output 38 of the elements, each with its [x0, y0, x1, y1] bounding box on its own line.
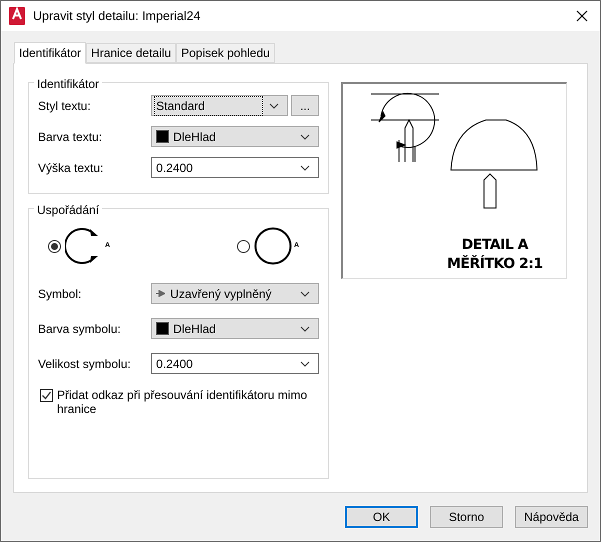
field-label: Symbol:: [38, 286, 82, 302]
checkbox[interactable]: [40, 389, 53, 402]
field-label: Velikost symbolu:: [38, 356, 132, 372]
dialog-button[interactable]: OK: [345, 506, 418, 528]
dialog-button[interactable]: Storno: [430, 506, 503, 528]
tab[interactable]: Hranice detailu: [86, 43, 176, 63]
chevron-icon: [269, 102, 280, 108]
color-swatch: [156, 322, 170, 335]
tab[interactable]: Popisek pohledu: [176, 43, 275, 63]
text-style-dropdown[interactable]: Standard: [151, 95, 288, 116]
chevron-icon: [300, 134, 310, 140]
symbol-dropdown[interactable]: Uzavřený vyplněný: [151, 283, 319, 304]
field-label: Výška textu:: [38, 160, 104, 176]
color-dropdown[interactable]: DleHlad: [151, 126, 319, 147]
color-dropdown[interactable]: DleHlad: [151, 318, 319, 339]
chevron-icon: [300, 290, 310, 296]
field-label: Barva symbolu:: [38, 320, 122, 338]
browse-button[interactable]: ...: [291, 95, 319, 116]
radio-button[interactable]: [236, 240, 250, 252]
radio-button[interactable]: [48, 240, 61, 252]
checkbox-label: Přidat odkaz při přesouvání identifikátoru mimo hranice: [57, 388, 308, 416]
chevron-icon: [300, 164, 310, 170]
preview-caption: MĚŘÍTKO 2:1: [447, 255, 543, 274]
dialog-button[interactable]: Nápověda: [515, 506, 588, 528]
color-swatch: [156, 130, 170, 143]
chevron-icon: [300, 360, 310, 366]
combo-field[interactable]: 0.2400: [151, 157, 319, 178]
circle-icon: [254, 226, 292, 266]
tab[interactable]: Identifikátor: [14, 42, 86, 64]
combo-field[interactable]: 0.2400: [151, 353, 319, 374]
app-logo-icon: [9, 7, 25, 25]
close-icon[interactable]: [576, 10, 588, 22]
preview-caption: DETAIL A: [462, 236, 528, 255]
arrowhead-icon: [156, 290, 166, 297]
field-label: Barva textu:: [38, 128, 104, 146]
chevron-icon: [300, 326, 310, 332]
field-label: Styl textu:: [38, 98, 92, 114]
window-title: Upravit styl detailu: Imperial24: [33, 8, 200, 25]
